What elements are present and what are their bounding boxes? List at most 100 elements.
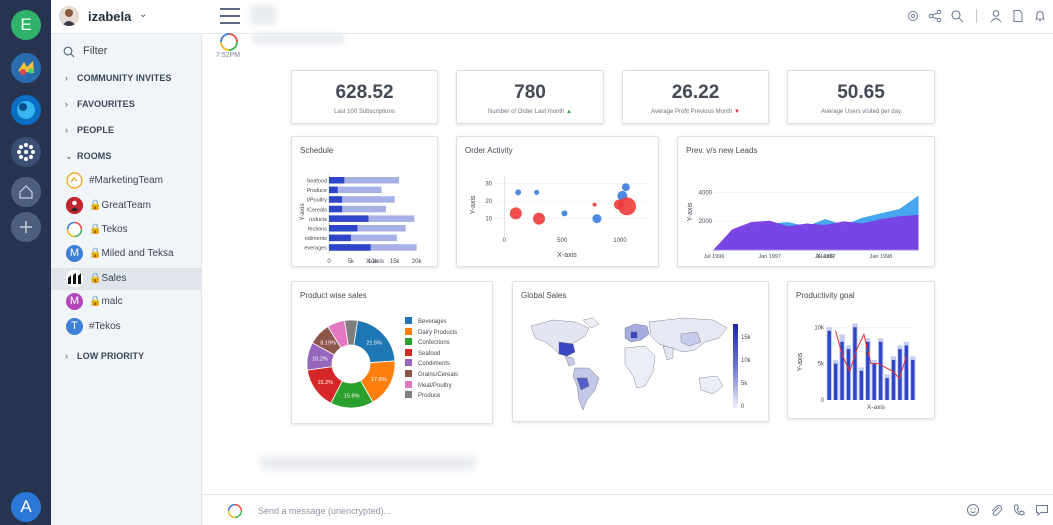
y-tick-label: 5k [818,362,825,368]
legend-item[interactable]: Meat/Poultry [405,380,452,389]
call-icon[interactable] [1012,503,1026,517]
room-avatar [66,270,83,287]
settings-icon[interactable] [906,9,920,23]
message-input[interactable] [258,504,858,518]
legend-item[interactable]: Grains/Cereals [405,370,458,378]
scatter-point [613,199,624,210]
room-name: 🔒Miled and Teksa [89,248,174,259]
scale-tick: 0 [741,404,745,410]
space-avatar-colorful[interactable] [11,53,41,83]
files-icon[interactable] [1011,9,1025,23]
sender-name-blurred [252,34,344,44]
order-activity-chart: 10 20 30 0 500 1000 X-axis Y-axis [470,175,649,259]
attachment-icon[interactable] [989,503,1003,517]
figure-icon [66,197,83,214]
section-low-priority[interactable]: › LOW PRIORITY [65,351,144,361]
home-button[interactable] [11,177,41,207]
scatter-point [592,214,602,224]
legend-item[interactable]: Condiments [405,359,450,367]
room-title-blurred [250,5,276,25]
chevron-right-icon: › [65,73,69,83]
room-item-miled-and-teksa[interactable]: M 🔒Miled and Teksa [51,243,201,265]
room-name: 🔒malc [89,296,123,307]
room-item-malc[interactable]: M 🔒malc [51,291,201,313]
room-name-text: Tekos [101,224,128,235]
room-avatar: M [66,293,83,310]
bar-actual [859,370,864,400]
section-rooms[interactable]: ⌄ ROOMS [65,151,112,162]
create-space-button[interactable] [11,212,41,242]
user-menu[interactable]: izabela ⌄ [51,0,202,34]
leads-chart: 20004000Jul 1996 Jan 1997 Jul 1997 Jan 1998… [687,190,919,260]
bar-primary [329,215,369,222]
y-tick-label: 10 [485,217,492,223]
bar-actual [853,327,857,400]
menu-line [220,15,240,17]
kpi-label-text: Number of Order Last month [488,109,565,115]
user-photo-icon [59,6,79,26]
marketing-logo-icon [66,172,83,189]
room-name: 🔒GreatTeam [89,200,151,211]
legend-item[interactable]: Beverages [405,317,447,325]
scatter-point [621,183,630,192]
composer-actions [966,503,1049,517]
app-window: E A izabela ⌄ Filter › COMMUNITY INVITES… [0,0,1053,525]
legend-item[interactable]: Dairy Products [405,327,457,336]
tekos-logo-icon [66,221,83,238]
lock-icon: 🔒 [89,273,102,284]
x-tick-label: 0 [503,238,507,244]
productivity-chart: 0 5k 10k X-axis Y-axis [797,323,916,411]
legend-item[interactable]: Produce [405,391,440,399]
room-item-greatteam[interactable]: 🔒GreatTeam [51,195,201,217]
legend-swatch [405,370,412,377]
notifications-icon[interactable] [1033,9,1047,23]
sender-avatar-icon[interactable] [219,32,239,52]
space-avatar-dots[interactable] [11,137,41,167]
account-avatar-a[interactable]: A [11,492,41,522]
map-region [564,355,576,367]
video-chat-icon[interactable] [1035,503,1049,517]
section-favourites[interactable]: › FAVOURITES [65,99,135,109]
room-avatar: T [66,318,83,335]
room-item-tekos-public[interactable]: T #Tekos [51,316,201,338]
x-axis-label: X-axis [366,258,385,265]
x-tick-label: 15k [390,259,401,265]
members-icon[interactable] [989,9,1003,23]
legend-item[interactable]: Confections [405,338,450,346]
legend-item[interactable]: Seafood [405,348,440,357]
chart-card-global-sales: Global Sales 15k 10k 5k 0 [512,281,769,422]
kpi-card-users: 50.65 Average Users visited per day [787,70,935,124]
space-avatar-blue[interactable] [11,95,41,125]
chart-card-productivity: Productivity goal 0 5k 10k X-axis Y-axis [787,281,935,419]
chevron-down-icon: ⌄ [65,151,73,161]
room-item-tekos[interactable]: 🔒Tekos [51,219,201,241]
color-scale [733,324,738,408]
room-item-marketingteam[interactable]: #MarketingTeam [51,170,201,192]
section-people[interactable]: › PEOPLE [65,125,114,135]
room-name-text: Sales [101,273,127,284]
scatter-point [561,210,568,217]
legend-swatch [405,338,412,346]
kpi-label: Average Users visited per day [821,109,901,115]
menu-button[interactable] [220,8,240,24]
chevron-right-icon: › [65,99,69,109]
header-actions [906,8,1047,24]
search-icon[interactable] [950,9,964,23]
y-axis-label: Y-axis [687,202,694,221]
category-label: t/Poultry [307,198,327,204]
section-community-invites[interactable]: › COMMUNITY INVITES [65,73,172,83]
room-header [202,0,1053,34]
space-avatar-e[interactable]: E [11,10,41,40]
room-item-sales[interactable]: 🔒Sales [51,268,201,290]
kpi-value: 50.65 [837,82,885,103]
bar-actual [846,349,851,400]
share-icon[interactable] [928,9,942,23]
space-dots-icon [11,137,41,167]
user-avatar [59,6,79,26]
chevron-down-icon: ⌄ [139,9,148,20]
emoji-icon[interactable] [966,503,980,517]
slice-label: 17.8% [371,377,387,383]
legend-label: Produce [418,393,441,400]
section-label: FAVOURITES [77,99,135,109]
schedule-chart: Seafood Produce t/Poultry/Cereals roducts fe… [299,173,422,265]
